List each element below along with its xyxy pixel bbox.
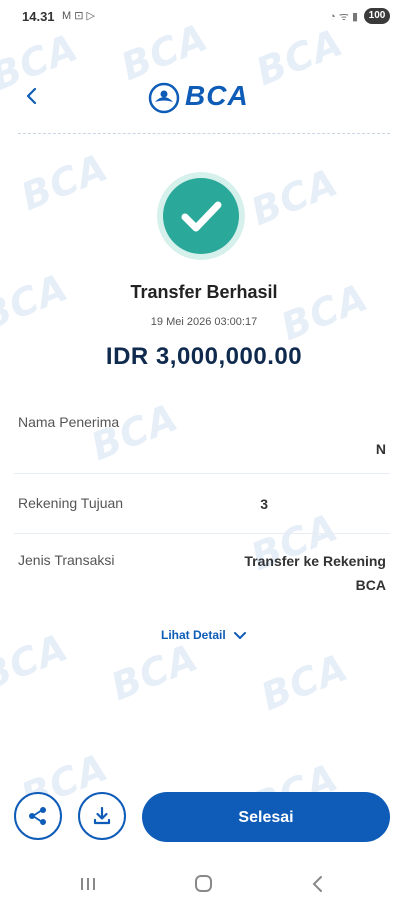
detail-label: Nama Penerima	[18, 414, 120, 430]
success-check-icon	[155, 170, 247, 262]
detail-value: Transfer ke Rekening	[244, 553, 386, 569]
detail-label: Rekening Tujuan	[18, 495, 124, 511]
row-divider	[14, 473, 390, 474]
detail-label: Jenis Transaksi	[18, 552, 115, 568]
see-detail-label: Lihat Detail	[160, 628, 226, 642]
logo-text: BCA	[185, 80, 249, 111]
status-bar: 14.31 M ⊡ ▷ ◔ ᯤ ▮ 100	[0, 0, 408, 34]
status-time: 14.31	[22, 9, 55, 24]
home-icon	[195, 875, 212, 892]
watermark-text: BCA	[245, 159, 345, 235]
bca-logo: BCA	[148, 80, 258, 116]
download-icon	[93, 806, 111, 825]
home-button[interactable]	[189, 873, 217, 895]
back-icon	[312, 876, 322, 892]
download-button[interactable]	[78, 792, 126, 840]
watermark-text: BCA	[105, 634, 205, 710]
transfer-amount: IDR 3,000,000.00	[105, 343, 303, 370]
chevron-left-icon	[26, 87, 37, 105]
share-icon	[29, 807, 46, 825]
nav-back-button[interactable]	[304, 873, 332, 895]
notification-icons: M ⊡ ▷	[62, 10, 95, 22]
row-divider	[14, 533, 390, 534]
header-divider	[18, 133, 390, 134]
result-title: Transfer Berhasil	[130, 282, 278, 302]
see-detail-link[interactable]: Lihat Detail	[0, 628, 408, 642]
done-button[interactable]: Selesai	[142, 792, 390, 842]
watermark-text: BCA	[255, 644, 355, 720]
header: BCA	[0, 70, 408, 126]
back-button[interactable]	[18, 82, 46, 110]
detail-row-account: Rekening Tujuan 3	[14, 493, 390, 523]
bca-emblem-icon	[148, 82, 180, 114]
watermark-text: BCA	[15, 144, 115, 220]
battery-icon: 100	[364, 8, 390, 24]
share-button[interactable]	[14, 792, 62, 840]
signal-icons: ◔ ᯤ ▮	[329, 11, 358, 23]
chevron-down-icon	[234, 631, 247, 639]
recents-icon	[81, 878, 95, 890]
system-nav-bar	[0, 859, 408, 909]
detail-value: 3	[260, 496, 268, 512]
recents-button[interactable]	[74, 873, 102, 895]
transaction-datetime: 19 Mei 2026 03:00:17	[150, 316, 258, 328]
detail-value: BCA	[355, 577, 386, 593]
detail-value: N	[375, 441, 386, 457]
detail-row-recipient: Nama Penerima N	[14, 412, 390, 462]
detail-row-type: Jenis Transaksi Transfer ke Rekening BCA	[14, 550, 390, 600]
